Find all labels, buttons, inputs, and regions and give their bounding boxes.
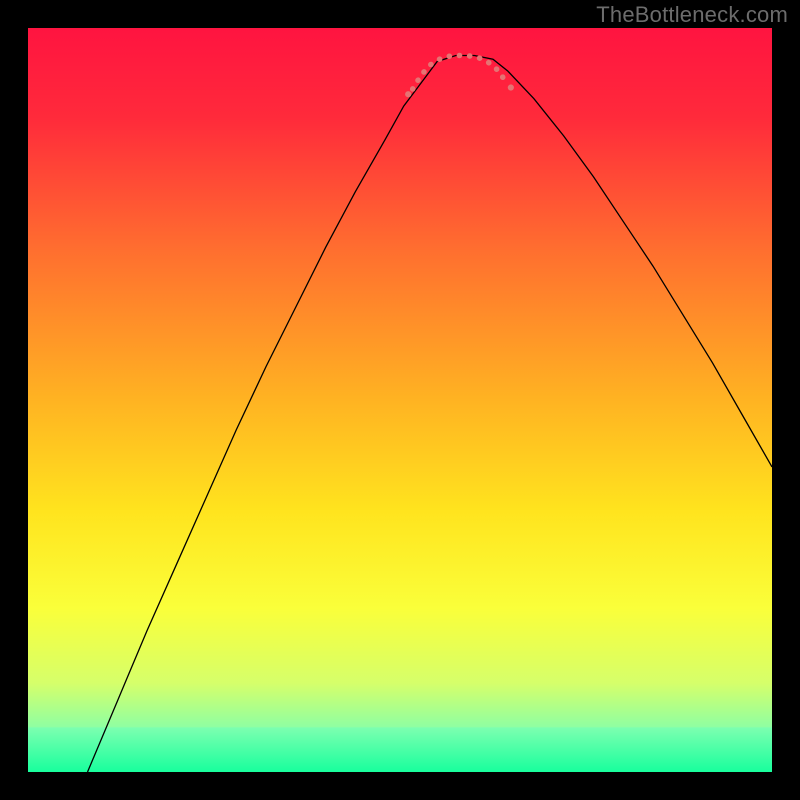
chart-plot-area bbox=[28, 28, 772, 772]
chart-frame: TheBottleneck.com bbox=[0, 0, 800, 800]
bottom-band bbox=[28, 727, 772, 772]
chart-svg bbox=[28, 28, 772, 772]
gradient-background bbox=[28, 28, 772, 772]
watermark-text: TheBottleneck.com bbox=[596, 2, 788, 28]
